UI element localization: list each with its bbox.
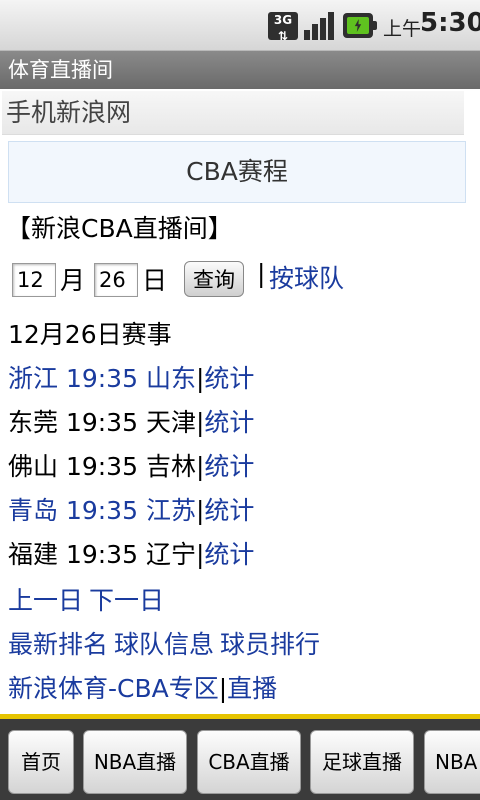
game-row: 浙江 19:35 山东|统计 [8, 359, 254, 395]
game-row: 佛山 19:35 吉林|统计 [8, 447, 254, 483]
schedule-header: CBA赛程 [8, 141, 466, 203]
tab-nba-more[interactable]: NBA [424, 730, 480, 794]
day-input[interactable] [94, 263, 138, 297]
footer-links: 新浪体育-CBA专区|直播 [8, 669, 283, 705]
signal-icon [304, 12, 336, 40]
game-matchup-link[interactable]: 浙江 19:35 山东 [8, 364, 196, 393]
separator: | [218, 674, 228, 703]
day-nav: 上一日 下一日 [8, 581, 170, 617]
status-time: 5:30 [420, 8, 480, 38]
tab-nba-live[interactable]: NBA直播 [83, 730, 187, 794]
status-ampm: 上午 [383, 18, 422, 40]
stats-link[interactable]: 统计 [204, 452, 254, 481]
site-name: 手机新浪网 [6, 98, 132, 127]
list-title: 12月26日赛事 [8, 320, 172, 349]
site-header: 手机新浪网 [2, 91, 464, 135]
query-button[interactable]: 查询 [184, 261, 244, 297]
date-form: 月 日 查询 | 按球队 [8, 259, 478, 301]
game-row: 东莞 19:35 天津|统计 [8, 403, 254, 439]
room-title: 【新浪CBA直播间】 [6, 214, 233, 243]
bottom-tab-bar: 首页 NBA直播 CBA直播 足球直播 NBA [0, 714, 480, 800]
stats-link[interactable]: 统计 [204, 364, 254, 393]
app-title: 体育直播间 [8, 58, 113, 82]
live-link[interactable]: 直播 [227, 674, 277, 703]
battery-charging-icon [343, 13, 377, 38]
info-links: 最新排名 球队信息 球员排行 [8, 625, 326, 661]
stats-link[interactable]: 统计 [204, 540, 254, 569]
page-content: 手机新浪网 CBA赛程 【新浪CBA直播间】 月 日 查询 | 按球队 12月2… [0, 89, 480, 714]
next-day-link[interactable]: 下一日 [89, 586, 164, 615]
prev-day-link[interactable]: 上一日 [8, 586, 83, 615]
game-matchup-link[interactable]: 青岛 19:35 江苏 [8, 496, 196, 525]
stats-link[interactable]: 统计 [204, 408, 254, 437]
game-row: 福建 19:35 辽宁|统计 [8, 535, 254, 571]
schedule-title: CBA赛程 [186, 157, 288, 186]
by-team-link[interactable]: 按球队 [269, 259, 344, 295]
app-title-bar: 体育直播间 [0, 51, 480, 89]
separator: | [257, 259, 266, 288]
3g-icon: 3G ⇅ [268, 12, 298, 43]
month-input[interactable] [12, 263, 56, 297]
game-matchup: 东莞 19:35 天津 [8, 408, 196, 437]
game-matchup: 福建 19:35 辽宁 [8, 540, 196, 569]
game-row: 青岛 19:35 江苏|统计 [8, 491, 254, 527]
player-rank-link[interactable]: 球员排行 [220, 630, 320, 659]
month-label: 月 [60, 266, 86, 295]
team-info-link[interactable]: 球队信息 [114, 630, 214, 659]
status-bar: 3G ⇅ 上午 5:30 [0, 0, 480, 51]
tab-home[interactable]: 首页 [8, 730, 74, 794]
day-label: 日 [142, 266, 168, 295]
tab-football-live[interactable]: 足球直播 [310, 730, 414, 794]
stats-link[interactable]: 统计 [204, 496, 254, 525]
tab-cba-live[interactable]: CBA直播 [197, 730, 301, 794]
game-matchup: 佛山 19:35 吉林 [8, 452, 196, 481]
ranking-link[interactable]: 最新排名 [8, 630, 108, 659]
cba-zone-link[interactable]: 新浪体育-CBA专区 [8, 674, 219, 703]
